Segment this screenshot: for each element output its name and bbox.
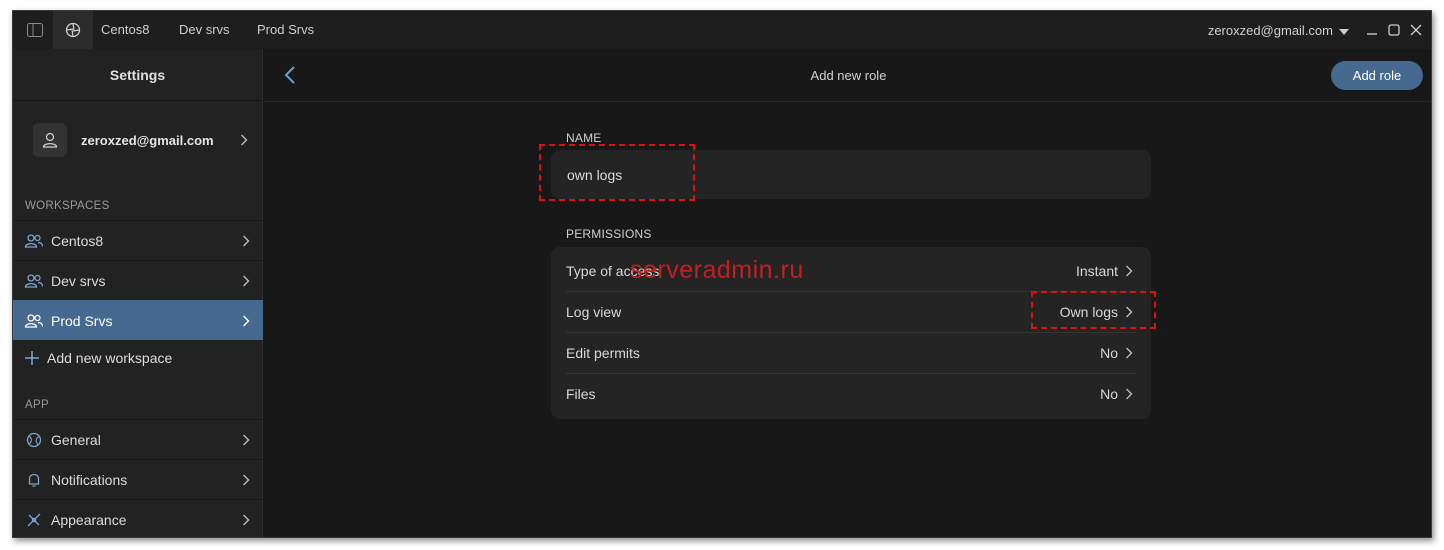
settings-wheel-icon[interactable] xyxy=(53,11,93,49)
add-workspace-label: Add new workspace xyxy=(47,350,173,366)
users-icon xyxy=(23,312,45,330)
highlight-box-name xyxy=(539,144,695,201)
minimize-icon[interactable] xyxy=(1361,11,1383,49)
permission-value: Instant xyxy=(1075,262,1118,279)
chevron-right-icon xyxy=(239,513,253,527)
chevron-right-icon xyxy=(239,473,253,487)
page-title: Add new role xyxy=(810,68,887,83)
watermark: serveradmin.ru xyxy=(630,256,804,284)
sidebar-item-general[interactable]: General xyxy=(13,419,263,459)
tab-prod-srvs[interactable]: Prod Srvs xyxy=(257,11,314,49)
chevron-right-icon xyxy=(239,274,253,288)
users-icon xyxy=(23,232,45,250)
chevron-right-icon xyxy=(239,433,253,447)
account-menu[interactable]: zeroxzed@gmail.com xyxy=(1208,11,1349,49)
permissions-label: PERMISSIONS xyxy=(566,227,652,241)
sidebar-item-dev-srvs[interactable]: Dev srvs xyxy=(13,260,263,300)
sidebar-item-centos8[interactable]: Centos8 xyxy=(13,220,263,260)
sidebar-item-prod-srvs[interactable]: Prod Srvs xyxy=(13,300,263,340)
tab-dev-srvs[interactable]: Dev srvs xyxy=(179,11,230,49)
users-icon xyxy=(23,272,45,290)
add-role-button[interactable]: Add role xyxy=(1331,61,1423,90)
sidebar-item-notifications[interactable]: Notifications xyxy=(13,459,263,499)
workspaces-section-label: WORKSPACES xyxy=(25,200,110,212)
sidebar-toggle-icon[interactable] xyxy=(15,11,55,49)
permission-value: No xyxy=(1100,345,1118,361)
sidebar-title: Settings xyxy=(13,49,262,101)
name-field-label: NAME xyxy=(566,131,602,145)
chevron-right-icon xyxy=(237,133,251,147)
permission-name: Log view xyxy=(566,304,622,320)
permission-row-files[interactable]: Files No xyxy=(566,373,1136,414)
brush-icon xyxy=(23,511,45,529)
profile-item[interactable]: zeroxzed@gmail.com xyxy=(13,102,263,178)
chevron-right-icon xyxy=(239,234,253,248)
account-email: zeroxzed@gmail.com xyxy=(1207,22,1333,38)
tab-centos8[interactable]: Centos8 xyxy=(101,11,149,49)
back-arrow-icon[interactable] xyxy=(278,63,302,87)
permission-name: Edit permits xyxy=(566,345,640,361)
profile-email: zeroxzed@gmail.com xyxy=(81,132,214,148)
caret-down-icon xyxy=(1339,23,1349,38)
globe-icon xyxy=(23,431,45,449)
main-panel: Add new role Add role NAME PERMISSIONS T… xyxy=(264,49,1431,537)
title-bar: Centos8 Dev srvs Prod Srvs zeroxzed@gmai… xyxy=(13,11,1431,49)
sidebar-item-label: Notifications xyxy=(51,471,128,488)
sidebar-item-label: Appearance xyxy=(51,511,127,528)
bell-icon xyxy=(23,471,45,489)
sidebar-item-label: Centos8 xyxy=(51,232,104,249)
sidebar-item-label: Dev srvs xyxy=(51,272,106,289)
chevron-right-icon xyxy=(1122,264,1136,278)
app-section-label: APP xyxy=(25,399,49,411)
sidebar-item-appearance[interactable]: Appearance xyxy=(13,499,263,537)
main-header: Add new role Add role xyxy=(264,49,1431,102)
permission-row-edit-permits[interactable]: Edit permits No xyxy=(566,332,1136,373)
close-icon[interactable] xyxy=(1405,11,1427,49)
sidebar-item-label: Prod Srvs xyxy=(51,312,113,329)
permission-name: Files xyxy=(566,386,596,402)
user-icon xyxy=(33,123,67,157)
chevron-right-icon xyxy=(1122,346,1136,360)
maximize-icon[interactable] xyxy=(1383,11,1405,49)
add-workspace-button[interactable]: Add new workspace xyxy=(13,339,263,377)
permission-value: No xyxy=(1100,386,1118,402)
chevron-right-icon xyxy=(239,314,253,328)
sidebar-item-label: General xyxy=(51,431,101,448)
highlight-box-log-view xyxy=(1031,291,1156,329)
settings-sidebar: Settings zeroxzed@gmail.com WORKSPACES C… xyxy=(13,49,263,537)
chevron-right-icon xyxy=(1122,387,1136,401)
plus-icon xyxy=(21,349,43,367)
